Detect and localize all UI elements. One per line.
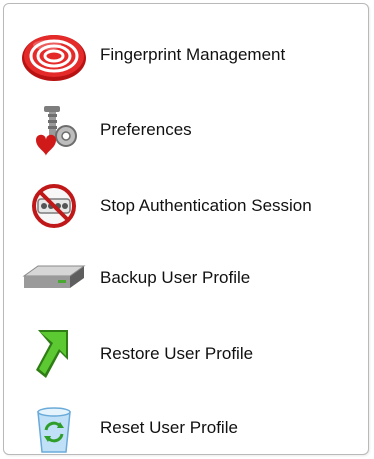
reset-user-profile-label: Reset User Profile bbox=[100, 418, 238, 437]
backup-drive-icon bbox=[12, 248, 96, 308]
restore-user-profile-label: Restore User Profile bbox=[100, 344, 254, 363]
backup-user-profile-item[interactable]: Backup User Profile bbox=[12, 248, 372, 308]
restore-user-profile-item[interactable]: Restore User Profile bbox=[12, 324, 372, 384]
fingerprint-icon bbox=[12, 25, 96, 85]
reset-user-profile-item[interactable]: Reset User Profile bbox=[12, 398, 372, 458]
task-panel: Fingerprint Management Preferences Stop … bbox=[3, 3, 369, 455]
preferences-icon bbox=[12, 100, 96, 160]
stop-session-icon bbox=[12, 176, 96, 236]
preferences-label: Preferences bbox=[100, 120, 192, 139]
fingerprint-management-item[interactable]: Fingerprint Management bbox=[12, 25, 372, 85]
stop-authentication-session-label: Stop Authentication Session bbox=[100, 196, 312, 215]
recycle-bin-icon bbox=[12, 398, 96, 458]
fingerprint-management-label: Fingerprint Management bbox=[100, 45, 286, 64]
restore-arrow-icon bbox=[12, 324, 96, 384]
backup-user-profile-label: Backup User Profile bbox=[100, 268, 251, 287]
preferences-item[interactable]: Preferences bbox=[12, 100, 372, 160]
stop-authentication-session-item[interactable]: Stop Authentication Session bbox=[12, 176, 372, 236]
